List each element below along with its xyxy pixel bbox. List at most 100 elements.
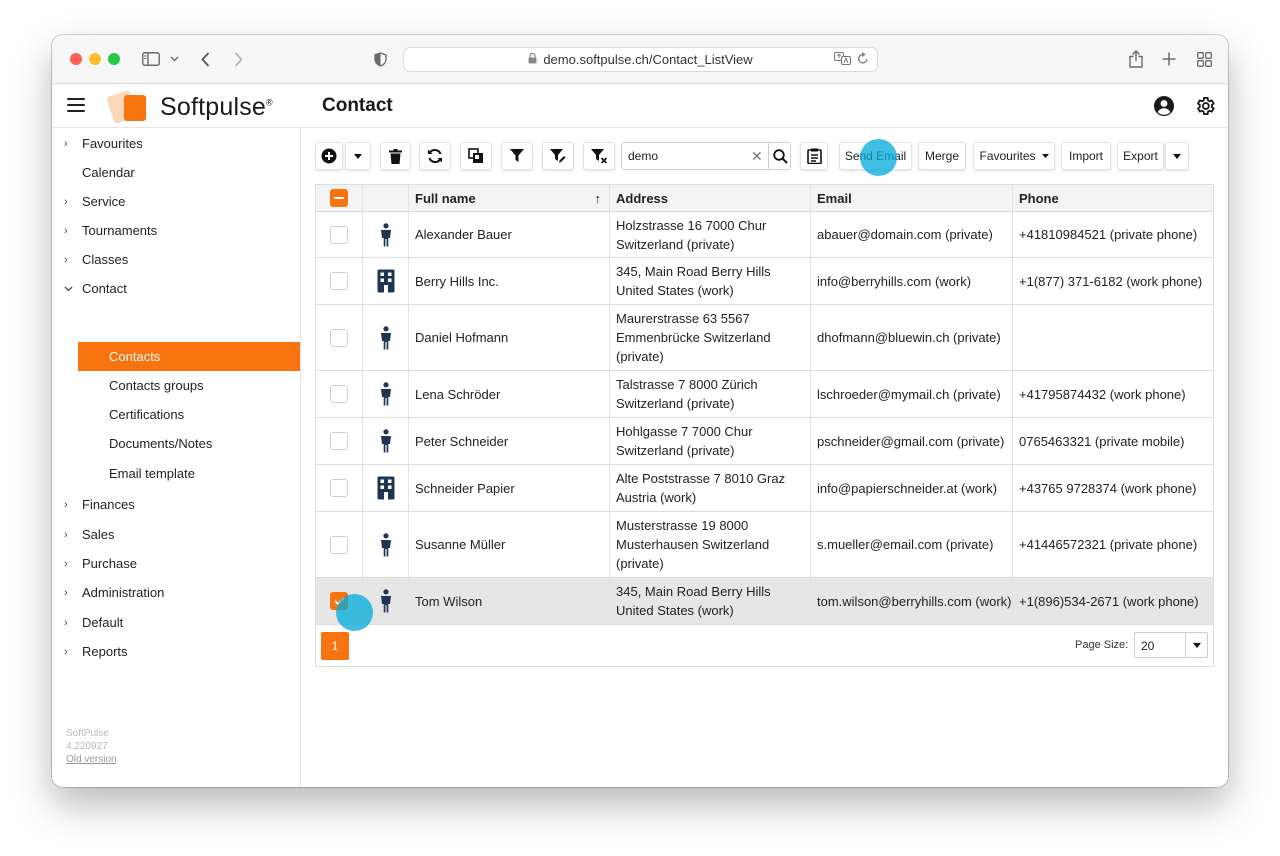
sidebar-item-purchase[interactable]: › Purchase xyxy=(52,549,301,578)
reload-icon[interactable] xyxy=(857,51,869,68)
report-button[interactable] xyxy=(800,142,828,170)
cell-phone[interactable]: +43765 9728374 (work phone) xyxy=(1013,465,1213,511)
old-version-link[interactable]: Old version xyxy=(66,754,117,765)
cell-email[interactable]: abauer@domain.com (private) xyxy=(811,212,1013,257)
sidebar-item-service[interactable]: › Service xyxy=(52,187,301,216)
cell-full-name[interactable]: Berry Hills Inc. xyxy=(409,258,610,304)
search-input[interactable] xyxy=(628,148,748,164)
row-checkbox[interactable] xyxy=(330,328,348,347)
cell-address[interactable]: Talstrasse 7 8000 Zürich Switzerland (pr… xyxy=(610,371,811,417)
cell-email[interactable]: pschneider@gmail.com (private) xyxy=(811,418,1013,464)
row-checkbox[interactable] xyxy=(330,432,348,450)
translate-icon[interactable] xyxy=(834,52,851,68)
cell-full-name[interactable]: Schneider Papier xyxy=(409,465,610,511)
column-header-email[interactable]: Email xyxy=(811,185,1013,211)
sidebar-item-certifications[interactable]: Certifications xyxy=(52,400,301,429)
refresh-button[interactable] xyxy=(419,142,451,170)
clear-search-icon[interactable]: ✕ xyxy=(751,148,763,165)
page-size-select[interactable]: 20 xyxy=(1134,632,1208,658)
row-checkbox[interactable] xyxy=(330,479,348,497)
table-row[interactable]: Daniel Hofmann Maurerstrasse 63 5567 Emme… xyxy=(316,305,1213,371)
row-checkbox[interactable] xyxy=(330,535,348,554)
user-account-icon[interactable] xyxy=(1153,95,1175,117)
cell-address[interactable]: Musterstrasse 19 8000 Musterhausen Switz… xyxy=(610,512,811,577)
sidebar-toggle-icon[interactable] xyxy=(140,47,162,71)
filter-button[interactable] xyxy=(501,142,533,170)
cell-full-name[interactable]: Daniel Hofmann xyxy=(409,305,610,370)
cell-phone[interactable]: +41810984521 (private phone) xyxy=(1013,212,1213,257)
column-header-full-name[interactable]: Full name ↑ xyxy=(409,185,610,211)
row-checkbox[interactable] xyxy=(330,272,348,290)
address-bar[interactable]: demo.softpulse.ch/Contact_ListView xyxy=(403,47,878,72)
cell-email[interactable]: lschroeder@mymail.ch (private) xyxy=(811,371,1013,417)
cell-phone[interactable]: +1(877) 371-6182 (work phone) xyxy=(1013,258,1213,304)
sidebar-item-sales[interactable]: › Sales xyxy=(52,520,301,549)
zoom-window-button[interactable] xyxy=(108,53,120,65)
forward-arrow-icon[interactable] xyxy=(229,47,247,71)
cell-email[interactable]: tom.wilson@berryhills.com (work) xyxy=(811,578,1013,624)
table-row[interactable]: Schneider Papier Alte Poststrasse 7 8010 … xyxy=(316,465,1213,512)
cell-email[interactable]: dhofmann@bluewin.ch (private) xyxy=(811,305,1013,370)
cell-full-name[interactable]: Peter Schneider xyxy=(409,418,610,464)
new-tab-icon[interactable] xyxy=(1160,47,1178,71)
sidebar-item-documents-notes[interactable]: Documents/Notes xyxy=(52,429,301,458)
cell-full-name[interactable]: Lena Schröder xyxy=(409,371,610,417)
minimize-window-button[interactable] xyxy=(89,53,101,65)
table-row[interactable]: Susanne Müller Musterstrasse 19 8000 Must… xyxy=(316,512,1213,578)
cell-phone[interactable]: +1(896)534-2671 (work phone) xyxy=(1013,578,1213,624)
select-all-checkbox[interactable] xyxy=(330,189,348,207)
cell-email[interactable]: info@berryhills.com (work) xyxy=(811,258,1013,304)
sidebar-item-contacts-groups[interactable]: Contacts groups xyxy=(52,371,301,400)
cell-address[interactable]: 345, Main Road Berry Hills United States… xyxy=(610,578,811,624)
sidebar-item-reports[interactable]: › Reports xyxy=(52,637,301,666)
table-row[interactable]: Alexander Bauer Holzstrasse 16 7000 Chur … xyxy=(316,212,1213,258)
cell-address[interactable]: Holzstrasse 16 7000 Chur Switzerland (pr… xyxy=(610,212,811,257)
table-row[interactable]: Berry Hills Inc. 345, Main Road Berry Hil… xyxy=(316,258,1213,305)
export-view-button[interactable] xyxy=(460,142,492,170)
cell-address[interactable]: Maurerstrasse 63 5567 Emmenbrücke Switze… xyxy=(610,305,811,370)
cell-email[interactable]: info@papierschneider.at (work) xyxy=(811,465,1013,511)
filter-edit-button[interactable] xyxy=(542,142,574,170)
cell-full-name[interactable]: Alexander Bauer xyxy=(409,212,610,257)
clear-filter-button[interactable] xyxy=(583,142,615,170)
export-button[interactable]: Export xyxy=(1117,142,1164,170)
back-arrow-icon[interactable] xyxy=(196,47,214,71)
cell-address[interactable]: Alte Poststrasse 7 8010 Graz Austria (wo… xyxy=(610,465,811,511)
sidebar-item-calendar[interactable]: Calendar xyxy=(52,158,301,187)
sidebar-item-administration[interactable]: › Administration xyxy=(52,578,301,607)
privacy-shield-icon[interactable] xyxy=(370,47,390,71)
tab-overview-icon[interactable] xyxy=(1194,47,1214,71)
column-header-address[interactable]: Address xyxy=(610,185,811,211)
cell-phone[interactable] xyxy=(1013,305,1213,370)
row-checkbox[interactable] xyxy=(330,225,348,244)
sidebar-item-contacts[interactable]: Contacts xyxy=(78,342,300,371)
export-dropdown-button[interactable] xyxy=(1165,142,1189,170)
cell-full-name[interactable]: Susanne Müller xyxy=(409,512,610,577)
sidebar-item-classes[interactable]: › Classes xyxy=(52,245,301,274)
column-header-phone[interactable]: Phone xyxy=(1013,185,1213,211)
cell-address[interactable]: Hohlgasse 7 7000 Chur Switzerland (priva… xyxy=(610,418,811,464)
page-button-current[interactable]: 1 xyxy=(321,632,349,660)
row-checkbox[interactable] xyxy=(330,385,348,403)
caret-down-icon[interactable] xyxy=(1185,633,1207,657)
delete-button[interactable] xyxy=(380,142,411,170)
sidebar-item-email-template[interactable]: Email template xyxy=(52,459,301,488)
import-button[interactable]: Import xyxy=(1061,142,1111,170)
cell-phone[interactable]: +41446572321 (private phone) xyxy=(1013,512,1213,577)
cell-phone[interactable]: +41795874432 (work phone) xyxy=(1013,371,1213,417)
cell-address[interactable]: 345, Main Road Berry Hills United States… xyxy=(610,258,811,304)
table-row[interactable]: Lena Schröder Talstrasse 7 8000 Zürich Sw… xyxy=(316,371,1213,418)
search-button[interactable] xyxy=(768,143,792,169)
table-row[interactable]: Tom Wilson 345, Main Road Berry Hills Uni… xyxy=(316,578,1213,625)
cell-full-name[interactable]: Tom Wilson xyxy=(409,578,610,624)
gear-icon[interactable] xyxy=(1194,95,1216,117)
new-dropdown-button[interactable] xyxy=(345,142,371,170)
menu-icon[interactable] xyxy=(67,98,85,112)
close-window-button[interactable] xyxy=(70,53,82,65)
table-row[interactable]: Peter Schneider Hohlgasse 7 7000 Chur Swi… xyxy=(316,418,1213,465)
cell-email[interactable]: s.mueller@email.com (private) xyxy=(811,512,1013,577)
softpulse-logo[interactable]: Softpulse® xyxy=(106,89,273,125)
sidebar-item-finances[interactable]: › Finances xyxy=(52,490,301,519)
cell-phone[interactable]: 0765463321 (private mobile) xyxy=(1013,418,1213,464)
sidebar-item-favourites[interactable]: › Favourites xyxy=(52,129,301,158)
